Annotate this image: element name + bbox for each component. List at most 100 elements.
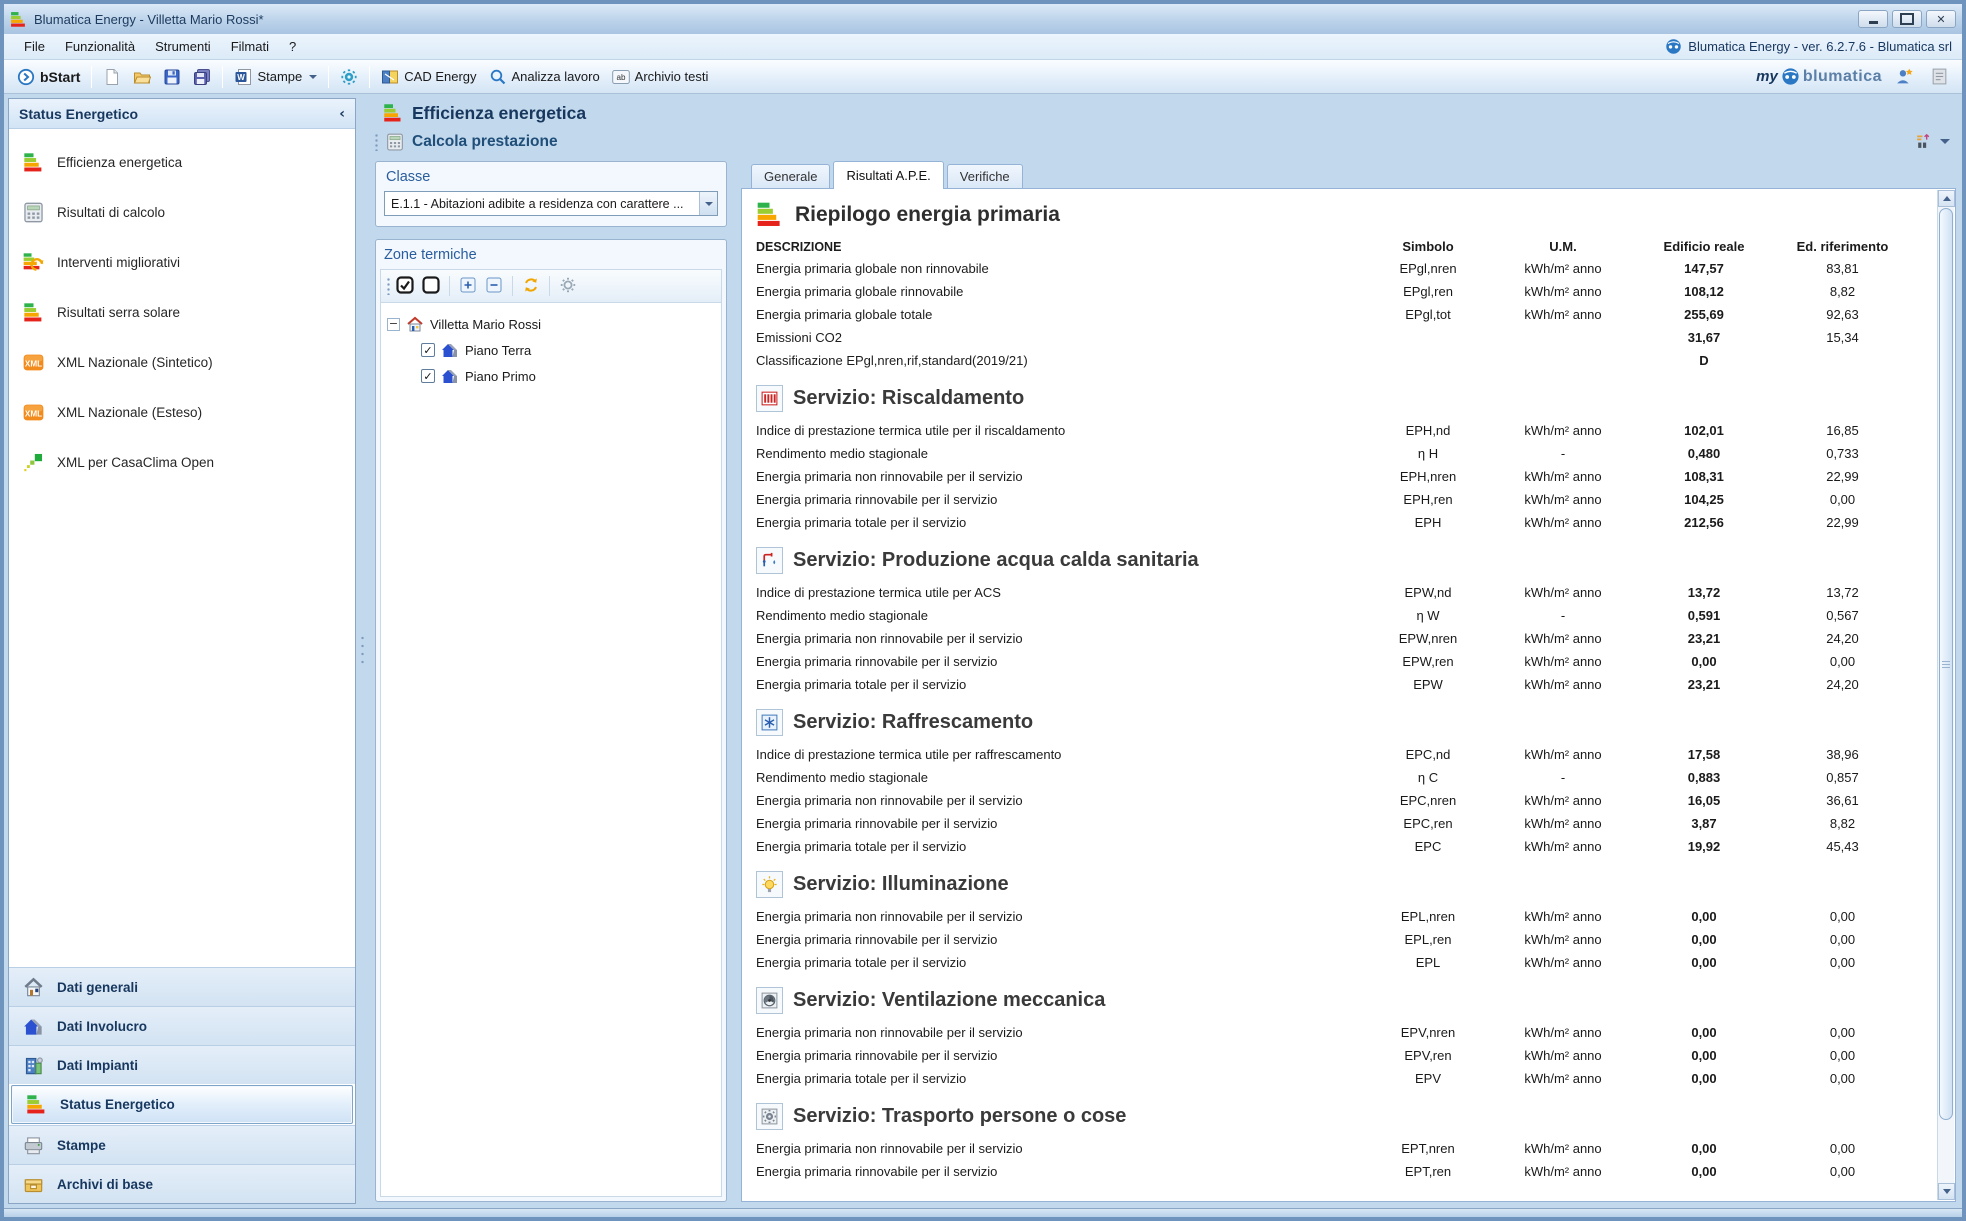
- menu-filmati[interactable]: Filmati: [221, 36, 279, 57]
- my-blumatica-logo[interactable]: my blumatica: [1756, 67, 1882, 86]
- zone-toolbar-separator: [549, 276, 550, 296]
- toolbar-separator: [91, 65, 93, 88]
- sidebar-item-risultati-di-calcolo[interactable]: Risultati di calcolo: [9, 187, 355, 237]
- row-symbol: η C: [1417, 770, 1439, 785]
- tree-collapse-icon[interactable]: −: [387, 317, 400, 331]
- nav-item-archivi-di-base[interactable]: Archivi di base: [9, 1164, 355, 1203]
- menu-help[interactable]: ?: [279, 36, 306, 57]
- tree-item-piano-terra[interactable]: Piano Terra: [387, 337, 715, 363]
- row-description: Energia primaria non rinnovabile per il …: [756, 1025, 1023, 1040]
- scrollbar-thumb[interactable]: [1939, 208, 1953, 1120]
- tab-risultati-ape[interactable]: Risultati A.P.E.: [833, 161, 944, 189]
- section-title: Servizio: Ventilazione meccanica: [793, 989, 1106, 1011]
- results-panel: Riepilogo energia primaria DESCRIZIONE Sim…: [741, 188, 1956, 1202]
- zone-checkbox[interactable]: [421, 343, 435, 357]
- nav-item-label: Status Energetico: [60, 1097, 175, 1112]
- cad-energy-button[interactable]: CAD Energy: [376, 65, 481, 89]
- row-value-reale: 212,56: [1684, 515, 1724, 530]
- scroll-up-icon[interactable]: [1938, 190, 1955, 207]
- report-row: Energia primaria rinnovabile per il serv…: [756, 812, 1915, 835]
- archivi-di-base-icon: [23, 1174, 44, 1195]
- check-all-zones-button[interactable]: [394, 274, 416, 299]
- profile-button[interactable]: [1890, 64, 1919, 89]
- row-value-reale: 16,05: [1687, 793, 1721, 808]
- menu-items: File Funzionalità Strumenti Filmati?: [14, 36, 306, 57]
- app-icon: [10, 11, 27, 28]
- nav-item-label: Dati generali: [57, 979, 139, 995]
- menu-strumenti[interactable]: Strumenti: [145, 36, 221, 57]
- collapse-all-button[interactable]: [483, 274, 505, 299]
- sidebar-item-interventi-migliorativi[interactable]: Interventi migliorativi: [9, 237, 355, 287]
- refresh-zones-button[interactable]: [520, 274, 542, 299]
- toolbar: bStart W Stampe CAD Energy Analizza lavoro ab…: [4, 60, 1962, 94]
- nav-item-dati-impianti[interactable]: Dati Impianti: [9, 1045, 355, 1084]
- row-symbol: EPL: [1415, 955, 1441, 970]
- minimize-button[interactable]: [1858, 10, 1888, 28]
- collapse-panel-icon[interactable]: ‹: [339, 106, 345, 122]
- row-value-riferimento: 24,20: [1826, 677, 1859, 692]
- sidebar-splitter[interactable]: [356, 94, 369, 1208]
- classe-select[interactable]: E.1.1 - Abitazioni adibite a residenza c…: [384, 191, 718, 216]
- bstart-button[interactable]: bStart: [12, 65, 85, 89]
- layout-options-icon[interactable]: [1915, 133, 1932, 150]
- row-value-riferimento: 0,00: [1829, 1071, 1856, 1086]
- expand-all-button[interactable]: [457, 274, 479, 299]
- dropdown-arrow-icon[interactable]: [699, 192, 717, 215]
- workspace-body: Classe E.1.1 - Abitazioni adibite a resi…: [369, 155, 1958, 1204]
- workspace: Efficienza energetica Calcola prestazion…: [369, 94, 1962, 1208]
- nav-item-status-energetico[interactable]: Status Energetico: [11, 1085, 353, 1124]
- save-button[interactable]: [158, 65, 186, 89]
- archivio-testi-label: Archivio testi: [634, 69, 709, 84]
- save-all-button[interactable]: [188, 65, 216, 89]
- maximize-button[interactable]: [1892, 10, 1922, 28]
- nav-item-dati-generali[interactable]: Dati generali: [9, 967, 355, 1006]
- row-symbol: EPV,ren: [1404, 1048, 1452, 1063]
- tab-generale[interactable]: Generale: [751, 164, 831, 189]
- row-symbol: EPV: [1414, 1071, 1441, 1086]
- scroll-down-icon[interactable]: [1938, 1183, 1955, 1200]
- calcola-prestazione-button[interactable]: Calcola prestazione: [412, 133, 558, 151]
- section-title: Servizio: Riscaldamento: [793, 387, 1025, 409]
- row-unit: kWh/m² anno: [1524, 654, 1602, 669]
- sidebar-item-risultati-serra-solare[interactable]: Risultati serra solare: [9, 287, 355, 337]
- nav-item-label: Stampe: [57, 1137, 106, 1153]
- nav-item-dati-involucro[interactable]: Dati Involucro: [9, 1006, 355, 1045]
- nav-item-stampe[interactable]: Stampe: [9, 1125, 355, 1164]
- action-toolbar: Calcola prestazione: [369, 128, 1958, 155]
- row-value-riferimento: 92,63: [1826, 307, 1859, 322]
- toolbar-overflow-icon[interactable]: [1940, 139, 1950, 144]
- sidebar-item-xml-casaclima-open[interactable]: XML per CasaClima Open: [9, 437, 355, 487]
- zone-tree: − Villetta Mario Rossi Piano TerraPiano …: [380, 303, 722, 1197]
- open-file-button[interactable]: [128, 65, 156, 89]
- analizza-lavoro-button[interactable]: Analizza lavoro: [484, 65, 605, 89]
- vertical-scrollbar[interactable]: [1937, 190, 1955, 1200]
- stampe-button[interactable]: W Stampe: [229, 65, 322, 89]
- row-value-reale: 13,72: [1687, 585, 1721, 600]
- zone-checkbox[interactable]: [421, 369, 435, 383]
- risultati-di-calcolo-icon: [23, 202, 44, 223]
- row-value-reale: 31,67: [1687, 330, 1721, 345]
- zone-settings-button[interactable]: [557, 274, 579, 299]
- row-unit: kWh/m² anno: [1524, 909, 1602, 924]
- settings-button[interactable]: [335, 65, 363, 89]
- uncheck-all-zones-button[interactable]: [420, 274, 442, 299]
- sidebar-item-efficienza-energetica[interactable]: Efficienza energetica: [9, 137, 355, 187]
- close-button[interactable]: [1926, 10, 1956, 28]
- tab-verifiche[interactable]: Verifiche: [946, 164, 1023, 189]
- sidebar-item-xml-nazionale-sintetico[interactable]: XML XML Nazionale (Sintetico): [9, 337, 355, 387]
- row-symbol: EPW,nd: [1404, 585, 1452, 600]
- new-file-button[interactable]: [98, 65, 126, 89]
- notes-button[interactable]: [1925, 64, 1954, 89]
- row-value-reale: 0,00: [1691, 1071, 1717, 1086]
- building-root-icon: [406, 315, 424, 333]
- row-symbol: EPH: [1414, 515, 1442, 530]
- row-symbol: EPW,ren: [1402, 654, 1454, 669]
- archivio-testi-button[interactable]: ab Archivio testi: [607, 65, 714, 89]
- tree-item-piano-primo[interactable]: Piano Primo: [387, 363, 715, 389]
- menu-funzionalita[interactable]: Funzionalità: [55, 36, 145, 57]
- menu-file[interactable]: File: [14, 36, 55, 57]
- sidebar-item-xml-nazionale-esteso[interactable]: XML XML Nazionale (Esteso): [9, 387, 355, 437]
- row-unit: kWh/m² anno: [1524, 677, 1602, 692]
- tree-root-row[interactable]: − Villetta Mario Rossi: [387, 311, 715, 337]
- report-title: Riepilogo energia primaria: [795, 202, 1060, 226]
